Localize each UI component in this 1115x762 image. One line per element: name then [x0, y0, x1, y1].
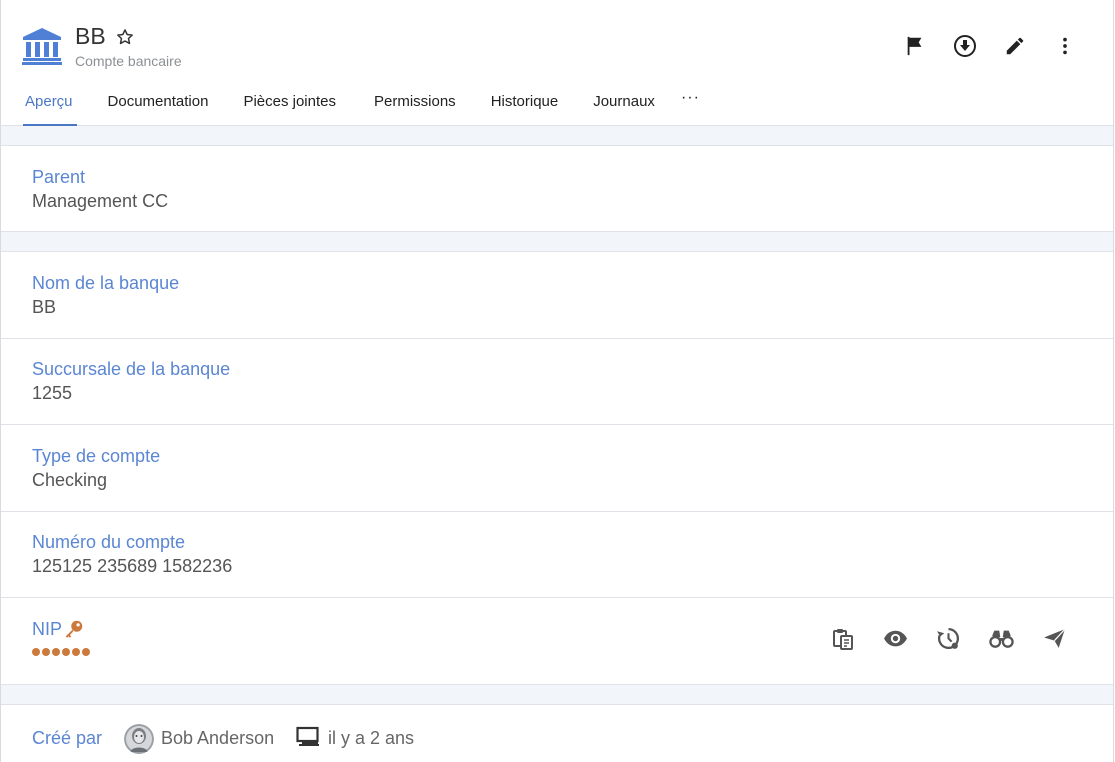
- page-subtitle: Compte bancaire: [75, 53, 182, 69]
- created-by-row: Créé par Bob Anderson il y a 2 ans: [1, 705, 1113, 762]
- pin-history-button[interactable]: [936, 626, 961, 651]
- monitor-icon: [296, 726, 319, 746]
- more-options-button[interactable]: [1053, 34, 1077, 58]
- field-bank-name: Nom de la banque BB: [1, 252, 1113, 339]
- send-icon: [1044, 628, 1066, 648]
- tab-permissions[interactable]: Permissions: [374, 88, 456, 126]
- tab-journaux[interactable]: Journaux: [593, 88, 655, 126]
- pin-dot: [62, 648, 70, 656]
- tab-historique[interactable]: Historique: [491, 88, 559, 126]
- more-vertical-icon: [1063, 37, 1067, 55]
- pin-search-button[interactable]: [989, 626, 1014, 651]
- pin-dot: [42, 648, 50, 656]
- edit-icon: [1006, 37, 1024, 55]
- reveal-pin-button[interactable]: [883, 626, 908, 651]
- field-parent: Parent Management CC: [1, 146, 1113, 232]
- field-value: 1255: [32, 383, 73, 403]
- send-pin-button[interactable]: [1042, 626, 1067, 651]
- favorite-star-icon[interactable]: [115, 27, 135, 47]
- pin-dot: [32, 648, 40, 656]
- created-by-label: Créé par: [32, 728, 103, 748]
- tab-bar: Aperçu Documentation Pièces jointes Perm…: [21, 88, 700, 126]
- masked-pin-value: [32, 648, 90, 656]
- field-label: Numéro du compte: [32, 532, 186, 552]
- section-gap: [1, 685, 1113, 705]
- edit-button[interactable]: [1003, 34, 1027, 58]
- pin-dot: [72, 648, 80, 656]
- field-label: Nom de la banque: [32, 273, 180, 293]
- creator-name[interactable]: Bob Anderson: [161, 728, 274, 749]
- field-label: Parent: [32, 167, 86, 187]
- bank-icon: [22, 28, 62, 65]
- field-account-number: Numéro du compte 125125 235689 1582236: [1, 512, 1113, 598]
- field-label: NIP: [32, 619, 63, 639]
- pin-actions: [830, 626, 1067, 651]
- copy-pin-button[interactable]: [830, 626, 855, 651]
- field-account-type: Type de compte Checking: [1, 425, 1113, 512]
- pin-dot: [52, 648, 60, 656]
- field-value: Checking: [32, 470, 108, 490]
- flag-icon: [907, 36, 922, 56]
- tab-documentation[interactable]: Documentation: [108, 88, 209, 126]
- tab-pieces-jointes[interactable]: Pièces jointes: [243, 88, 336, 126]
- header-actions: [903, 34, 1077, 58]
- pin-dot: [82, 648, 90, 656]
- flag-button[interactable]: [903, 34, 927, 58]
- key-icon: [65, 620, 83, 638]
- binoculars-icon: [989, 630, 1014, 648]
- created-time: il y a 2 ans: [328, 728, 415, 748]
- field-value: BB: [32, 297, 57, 317]
- eye-icon: [884, 630, 907, 647]
- field-value: 125125 235689 1582236: [32, 556, 233, 576]
- field-label: Type de compte: [32, 446, 161, 466]
- record-header: BB Compte bancaire Aperçu Documentation …: [1, 0, 1113, 126]
- download-button[interactable]: [953, 34, 977, 58]
- field-branch: Succursale de la banque 1255: [1, 339, 1113, 425]
- tab-more-button[interactable]: ···: [681, 88, 700, 126]
- field-label: Succursale de la banque: [32, 359, 231, 379]
- record-panel: BB Compte bancaire Aperçu Documentation …: [0, 0, 1114, 762]
- page-title: BB: [75, 23, 106, 49]
- field-value: Management CC: [32, 191, 169, 211]
- history-icon: [937, 627, 959, 650]
- tab-apercu[interactable]: Aperçu: [23, 88, 77, 126]
- section-gap: [1, 232, 1113, 252]
- avatar[interactable]: [124, 724, 154, 754]
- download-icon: [954, 35, 976, 57]
- field-pin: NIP: [1, 598, 1113, 685]
- copy-icon: [832, 628, 853, 650]
- section-gap: [1, 126, 1113, 146]
